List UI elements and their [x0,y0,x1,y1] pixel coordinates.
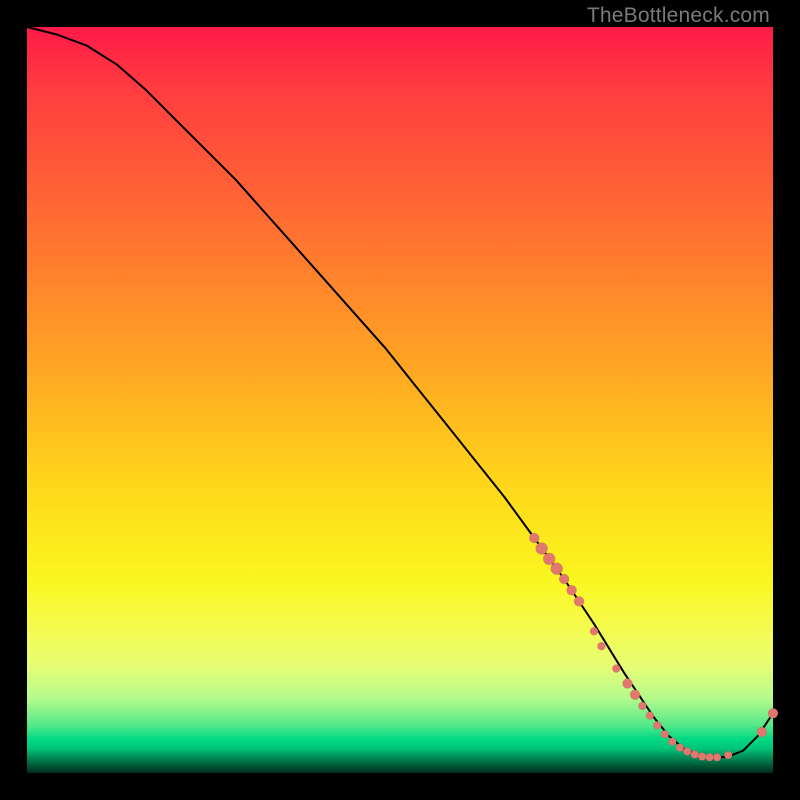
plot-overlay [27,27,773,773]
data-marker [529,533,539,543]
data-marker [551,563,563,575]
data-marker [543,553,555,565]
bottleneck-curve [27,27,773,758]
data-marker [724,751,732,759]
data-marker [536,543,548,555]
chart-container: TheBottleneck.com [0,0,800,800]
data-marker [638,702,646,710]
data-marker [559,574,569,584]
data-marker [574,596,584,606]
data-marker [567,585,577,595]
data-marker [661,730,669,738]
data-marker [590,627,598,635]
data-marker [691,750,699,758]
marker-group [529,533,778,761]
data-marker [630,690,640,700]
data-marker [706,753,714,761]
data-marker [683,747,691,755]
data-marker [768,708,778,718]
data-marker [623,679,633,689]
data-marker [646,712,654,720]
data-marker [698,753,706,761]
watermark-text: TheBottleneck.com [587,4,770,28]
data-marker [713,753,721,761]
data-marker [676,744,684,752]
data-marker [668,738,676,746]
data-marker [597,642,605,650]
data-marker [612,665,620,673]
data-marker [653,721,661,729]
data-marker [757,727,767,737]
